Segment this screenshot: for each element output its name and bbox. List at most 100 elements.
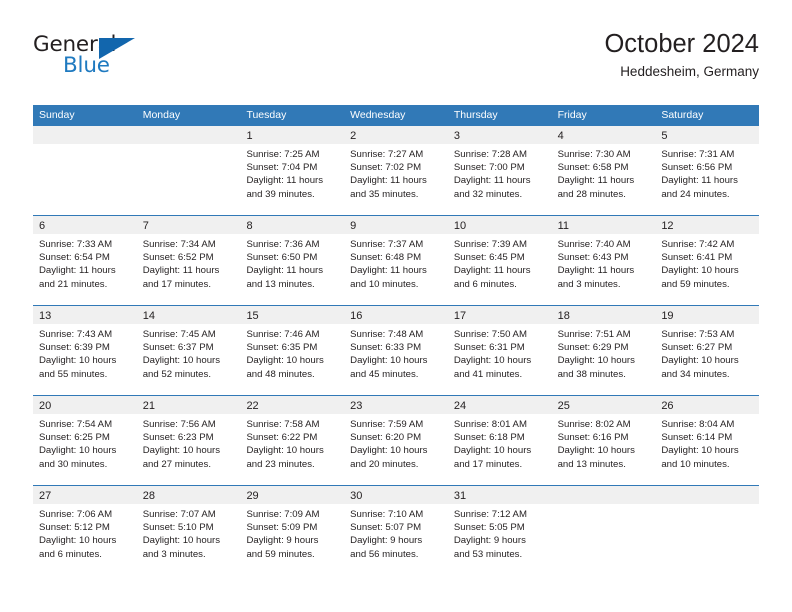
day-number-band: 25 bbox=[551, 396, 656, 414]
day-sun-info: Sunrise: 7:27 AM Sunset: 7:02 PM Daylight:… bbox=[344, 144, 448, 201]
calendar-day-cell[interactable]: 14 Sunrise: 7:45 AM Sunset: 6:37 PM Dayligh… bbox=[136, 306, 241, 395]
day-number-band: 7 bbox=[136, 216, 241, 234]
daylight-text-line1: Daylight: 10 hours bbox=[557, 355, 635, 367]
calendar-day-cell[interactable]: 20 Sunrise: 7:54 AM Sunset: 6:25 PM Dayligh… bbox=[33, 396, 137, 485]
daylight-text-line2: and 6 minutes. bbox=[39, 548, 102, 560]
sunrise-text: Sunrise: 7:56 AM bbox=[142, 419, 216, 430]
day-sun-info: Sunrise: 7:06 AM Sunset: 5:12 PM Daylight:… bbox=[33, 504, 137, 561]
calendar-day-cell[interactable]: 7 Sunrise: 7:34 AM Sunset: 6:52 PM Daylight… bbox=[136, 216, 241, 305]
day-sun-info: Sunrise: 7:10 AM Sunset: 5:07 PM Daylight:… bbox=[344, 504, 448, 561]
calendar-day-cell[interactable]: 13 Sunrise: 7:43 AM Sunset: 6:39 PM Dayligh… bbox=[33, 306, 137, 395]
day-number: 4 bbox=[557, 130, 564, 142]
calendar-day-cell[interactable]: 5 Sunrise: 7:31 AM Sunset: 6:56 PM Daylight… bbox=[655, 126, 760, 215]
day-number-band: 22 bbox=[240, 396, 345, 414]
calendar-day-cell[interactable]: 3 Sunrise: 7:28 AM Sunset: 7:00 PM Daylight… bbox=[447, 126, 552, 215]
daylight-text-line1: Daylight: 10 hours bbox=[350, 445, 428, 457]
sunrise-text: Sunrise: 7:25 AM bbox=[246, 149, 320, 160]
calendar-day-cell[interactable]: 2 Sunrise: 7:27 AM Sunset: 7:02 PM Daylight… bbox=[344, 126, 448, 215]
calendar-day-cell[interactable]: 23 Sunrise: 7:59 AM Sunset: 6:20 PM Dayligh… bbox=[344, 396, 448, 485]
day-number: 9 bbox=[350, 220, 357, 232]
day-sun-info: Sunrise: 7:28 AM Sunset: 7:00 PM Daylight:… bbox=[448, 144, 552, 201]
calendar-day-cell[interactable]: 19 Sunrise: 7:53 AM Sunset: 6:27 PM Dayligh… bbox=[655, 306, 760, 395]
sunset-text: Sunset: 6:45 PM bbox=[453, 252, 525, 264]
daylight-text-line2: and 17 minutes. bbox=[142, 278, 211, 290]
day-number: 12 bbox=[661, 220, 674, 232]
day-sun-info: Sunrise: 7:09 AM Sunset: 5:09 PM Daylight:… bbox=[240, 504, 344, 561]
daylight-text-line1: Daylight: 11 hours bbox=[350, 265, 427, 277]
day-sun-info: Sunrise: 7:12 AM Sunset: 5:05 PM Daylight:… bbox=[448, 504, 552, 561]
page-header: General Blue October 2024 Heddesheim, Ge… bbox=[33, 28, 759, 96]
calendar-day-cell-empty bbox=[136, 126, 241, 215]
day-sun-info: Sunrise: 7:46 AM Sunset: 6:35 PM Daylight:… bbox=[240, 324, 344, 381]
calendar-day-cell[interactable]: 30 Sunrise: 7:10 AM Sunset: 5:07 PM Dayligh… bbox=[344, 486, 448, 575]
daylight-text-line2: and 27 minutes. bbox=[142, 458, 211, 470]
calendar-day-cell[interactable]: 11 Sunrise: 7:40 AM Sunset: 6:43 PM Dayligh… bbox=[551, 216, 656, 305]
daylight-text-line1: Daylight: 10 hours bbox=[453, 355, 532, 367]
day-sun-info: Sunrise: 7:31 AM Sunset: 6:56 PM Daylight:… bbox=[655, 144, 759, 201]
day-number-band: 9 bbox=[344, 216, 448, 234]
calendar-day-cell[interactable]: 26 Sunrise: 8:04 AM Sunset: 6:14 PM Dayligh… bbox=[655, 396, 760, 485]
sunset-text: Sunset: 6:39 PM bbox=[39, 342, 110, 354]
day-number-band: 5 bbox=[655, 126, 760, 144]
sunset-text: Sunset: 6:14 PM bbox=[661, 432, 733, 444]
day-sun-info: Sunrise: 7:37 AM Sunset: 6:48 PM Daylight:… bbox=[344, 234, 448, 291]
page-title: October 2024 bbox=[604, 30, 759, 58]
calendar-day-cell[interactable]: 31 Sunrise: 7:12 AM Sunset: 5:05 PM Dayligh… bbox=[447, 486, 552, 575]
calendar-day-cell[interactable]: 8 Sunrise: 7:36 AM Sunset: 6:50 PM Daylight… bbox=[240, 216, 345, 305]
sunset-text: Sunset: 5:07 PM bbox=[350, 522, 422, 534]
sunset-text: Sunset: 6:23 PM bbox=[142, 432, 214, 444]
day-number: 15 bbox=[246, 310, 259, 322]
calendar-day-cell[interactable]: 6 Sunrise: 7:33 AM Sunset: 6:54 PM Daylight… bbox=[33, 216, 137, 305]
day-number-band bbox=[551, 486, 656, 504]
day-number: 26 bbox=[661, 400, 674, 412]
sunset-text: Sunset: 6:41 PM bbox=[661, 252, 733, 264]
daylight-text-line2: and 21 minutes. bbox=[39, 278, 108, 290]
title-block: October 2024 Heddesheim, Germany bbox=[604, 28, 759, 82]
calendar-day-cell[interactable]: 4 Sunrise: 7:30 AM Sunset: 6:58 PM Daylight… bbox=[551, 126, 656, 215]
calendar-day-cell[interactable]: 22 Sunrise: 7:58 AM Sunset: 6:22 PM Dayligh… bbox=[240, 396, 345, 485]
daylight-text-line2: and 24 minutes. bbox=[661, 188, 730, 200]
calendar-day-cell[interactable]: 9 Sunrise: 7:37 AM Sunset: 6:48 PM Daylight… bbox=[344, 216, 448, 305]
calendar-day-cell-empty bbox=[551, 486, 656, 575]
calendar-day-cell[interactable]: 25 Sunrise: 8:02 AM Sunset: 6:16 PM Dayligh… bbox=[551, 396, 656, 485]
daylight-text-line2: and 13 minutes. bbox=[557, 458, 626, 470]
calendar-day-cell[interactable]: 29 Sunrise: 7:09 AM Sunset: 5:09 PM Dayligh… bbox=[240, 486, 345, 575]
sunset-text: Sunset: 6:48 PM bbox=[350, 252, 422, 264]
calendar-day-cell[interactable]: 1 Sunrise: 7:25 AM Sunset: 7:04 PM Daylight… bbox=[240, 126, 345, 215]
calendar-week-row: 27 Sunrise: 7:06 AM Sunset: 5:12 PM Dayligh… bbox=[33, 485, 760, 575]
weekday-header-saturday: Saturday bbox=[661, 109, 704, 121]
day-number: 17 bbox=[453, 310, 467, 322]
calendar-day-cell[interactable]: 18 Sunrise: 7:51 AM Sunset: 6:29 PM Dayligh… bbox=[551, 306, 656, 395]
daylight-text-line2: and 34 minutes. bbox=[661, 368, 730, 380]
day-sun-info: Sunrise: 7:34 AM Sunset: 6:52 PM Daylight:… bbox=[137, 234, 241, 291]
sunrise-text: Sunrise: 7:54 AM bbox=[39, 419, 113, 430]
day-number: 1 bbox=[246, 130, 253, 142]
daylight-text-line2: and 35 minutes. bbox=[350, 188, 419, 200]
calendar-day-cell[interactable]: 16 Sunrise: 7:48 AM Sunset: 6:33 PM Dayligh… bbox=[344, 306, 448, 395]
day-number-band: 30 bbox=[344, 486, 448, 504]
day-number: 19 bbox=[661, 310, 674, 322]
calendar-day-cell[interactable]: 12 Sunrise: 7:42 AM Sunset: 6:41 PM Dayligh… bbox=[655, 216, 760, 305]
day-sun-info: Sunrise: 7:50 AM Sunset: 6:31 PM Daylight:… bbox=[448, 324, 552, 381]
calendar-day-cell[interactable]: 17 Sunrise: 7:50 AM Sunset: 6:31 PM Dayligh… bbox=[447, 306, 552, 395]
sunrise-text: Sunrise: 7:12 AM bbox=[453, 509, 527, 520]
calendar-day-cell[interactable]: 15 Sunrise: 7:46 AM Sunset: 6:35 PM Dayligh… bbox=[240, 306, 345, 395]
sunset-text: Sunset: 6:29 PM bbox=[557, 342, 629, 354]
daylight-text-line1: Daylight: 10 hours bbox=[39, 535, 117, 547]
sunset-text: Sunset: 6:31 PM bbox=[453, 342, 525, 354]
calendar-day-cell[interactable]: 21 Sunrise: 7:56 AM Sunset: 6:23 PM Dayligh… bbox=[136, 396, 241, 485]
day-number: 25 bbox=[557, 400, 570, 412]
calendar-day-cell[interactable]: 28 Sunrise: 7:07 AM Sunset: 5:10 PM Dayligh… bbox=[136, 486, 241, 575]
daylight-text-line2: and 20 minutes. bbox=[350, 458, 419, 470]
daylight-text-line1: Daylight: 10 hours bbox=[661, 265, 739, 277]
day-number: 23 bbox=[350, 400, 363, 412]
daylight-text-line2: and 10 minutes. bbox=[661, 458, 730, 470]
calendar-day-cell[interactable]: 10 Sunrise: 7:39 AM Sunset: 6:45 PM Dayligh… bbox=[447, 216, 552, 305]
calendar-day-cell[interactable]: 24 Sunrise: 8:01 AM Sunset: 6:18 PM Dayligh… bbox=[447, 396, 552, 485]
calendar-day-cell[interactable]: 27 Sunrise: 7:06 AM Sunset: 5:12 PM Dayligh… bbox=[33, 486, 137, 575]
day-number: 11 bbox=[557, 220, 570, 232]
sunset-text: Sunset: 6:35 PM bbox=[246, 342, 318, 354]
day-number-band: 12 bbox=[655, 216, 760, 234]
sunset-text: Sunset: 5:10 PM bbox=[142, 522, 214, 534]
sunrise-text: Sunrise: 7:06 AM bbox=[39, 509, 113, 520]
